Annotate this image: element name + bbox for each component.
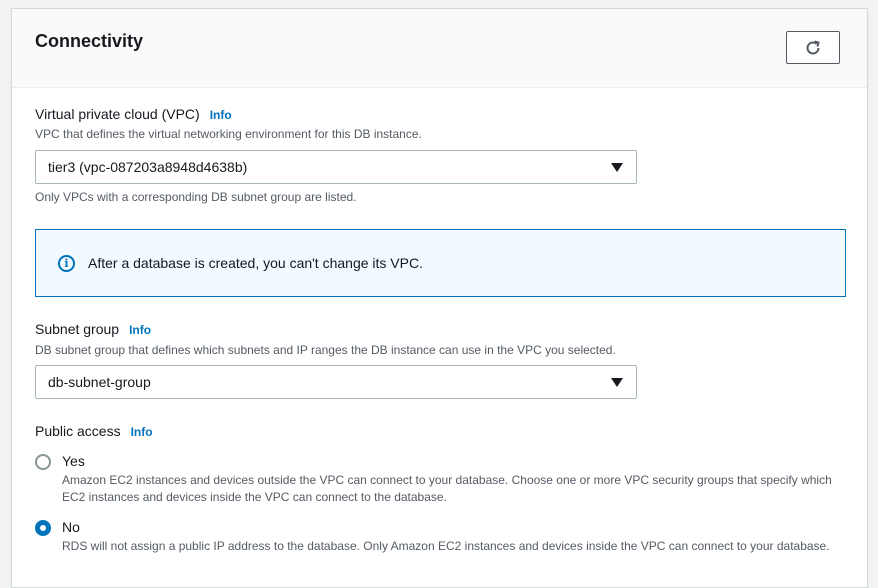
refresh-button[interactable]	[786, 31, 840, 64]
radio-no[interactable]	[35, 520, 51, 536]
info-circle-icon: i	[58, 254, 75, 272]
connectivity-panel: Connectivity Virtual private cloud (VPC)…	[11, 8, 868, 588]
vpc-label-text: Virtual private cloud (VPC)	[35, 106, 200, 122]
caret-down-icon	[611, 163, 623, 172]
subnet-selected-value: db-subnet-group	[48, 374, 151, 390]
subnet-select[interactable]: db-subnet-group	[35, 365, 637, 399]
subnet-description: DB subnet group that defines which subne…	[35, 343, 616, 357]
refresh-icon	[806, 40, 820, 54]
vpc-label: Virtual private cloud (VPC) Info	[35, 106, 232, 122]
public-access-info-link[interactable]: Info	[131, 425, 153, 439]
alert-text: After a database is created, you can't c…	[88, 255, 423, 271]
radio-no-description: RDS will not assign a public IP address …	[62, 539, 830, 553]
radio-yes[interactable]	[35, 454, 51, 470]
vpc-help-text: Only VPCs with a corresponding DB subnet…	[35, 190, 357, 204]
panel-title: Connectivity	[35, 31, 144, 51]
public-access-label: Public access Info	[35, 423, 153, 439]
vpc-select[interactable]: tier3 (vpc-087203a8948d4638b)	[35, 150, 637, 184]
vpc-info-link[interactable]: Info	[210, 108, 232, 122]
subnet-label: Subnet group Info	[35, 321, 151, 337]
radio-yes-label: Yes	[62, 453, 85, 469]
radio-yes-description: Amazon EC2 instances and devices outside…	[62, 473, 832, 504]
public-access-label-text: Public access	[35, 423, 121, 439]
radio-no-label: No	[62, 519, 80, 535]
subnet-label-text: Subnet group	[35, 321, 120, 337]
vpc-description: VPC that defines the virtual networking …	[35, 127, 422, 141]
subnet-info-link[interactable]: Info	[129, 323, 151, 337]
panel-header: Connectivity	[12, 9, 867, 88]
caret-down-icon	[611, 378, 623, 387]
info-alert: i After a database is created, you can't…	[35, 229, 846, 297]
vpc-selected-value: tier3 (vpc-087203a8948d4638b)	[48, 159, 248, 175]
